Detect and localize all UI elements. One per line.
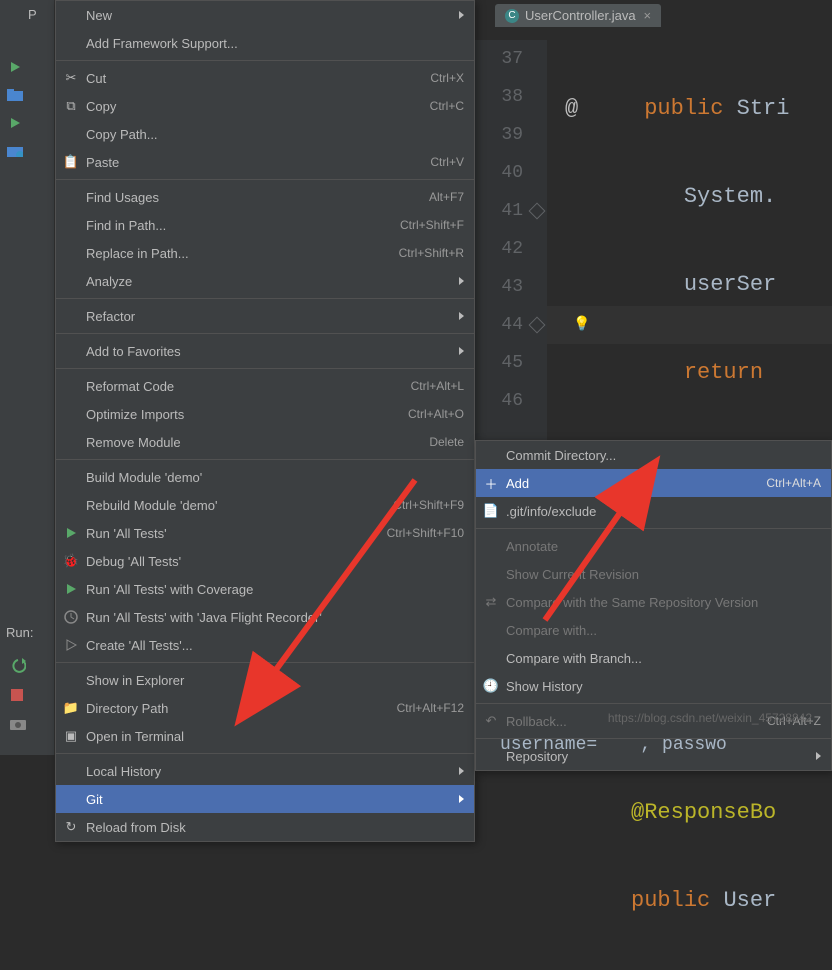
menu-add-favorites[interactable]: Add to Favorites [56, 337, 474, 365]
menu-refactor[interactable]: Refactor [56, 302, 474, 330]
menu-add-framework[interactable]: Add Framework Support... [56, 29, 474, 57]
camera-icon[interactable] [10, 718, 32, 740]
menu-show-explorer[interactable]: Show in Explorer [56, 666, 474, 694]
menu-find-in-path[interactable]: Find in Path...Ctrl+Shift+F [56, 211, 474, 239]
menu-analyze[interactable]: Analyze [56, 267, 474, 295]
run-icon [62, 524, 80, 542]
menu-reformat[interactable]: Reformat CodeCtrl+Alt+L [56, 372, 474, 400]
submenu-compare-with: Compare with... [476, 616, 831, 644]
submenu-exclude[interactable]: 📄.git/info/exclude [476, 497, 831, 525]
menu-cut[interactable]: ✂CutCtrl+X [56, 64, 474, 92]
stop-icon[interactable] [10, 688, 32, 710]
menu-dir-path[interactable]: 📁Directory PathCtrl+Alt+F12 [56, 694, 474, 722]
rerun-icon[interactable] [10, 658, 32, 680]
run-toolwindow-label[interactable]: Run: [6, 625, 33, 640]
scissors-icon: ✂ [62, 69, 80, 87]
menu-copy-path[interactable]: Copy Path... [56, 120, 474, 148]
menu-reload[interactable]: ↻Reload from Disk [56, 813, 474, 841]
submenu-compare-same: ⇄Compare with the Same Repository Versio… [476, 588, 831, 616]
close-icon[interactable]: × [644, 8, 652, 23]
submenu-commit[interactable]: Commit Directory... [476, 441, 831, 469]
submenu-add[interactable]: ＋AddCtrl+Alt+A [476, 469, 831, 497]
menu-copy[interactable]: ⧉CopyCtrl+C [56, 92, 474, 120]
editor-tab[interactable]: C UserController.java × [495, 4, 661, 27]
menu-git[interactable]: Git [56, 785, 474, 813]
jfr-icon [62, 608, 80, 626]
left-toolbar: P Run: [0, 0, 55, 755]
class-icon: C [505, 9, 519, 23]
menu-build[interactable]: Build Module 'demo' [56, 463, 474, 491]
menu-run-coverage[interactable]: Run 'All Tests' with Coverage [56, 575, 474, 603]
exclude-icon: 📄 [482, 502, 500, 520]
folder-icon[interactable] [4, 84, 26, 106]
menu-new[interactable]: New [56, 1, 474, 29]
menu-replace-in-path[interactable]: Replace in Path...Ctrl+Shift+R [56, 239, 474, 267]
play2-icon[interactable] [4, 112, 26, 134]
folder-path-icon: 📁 [62, 699, 80, 717]
menu-debug-all[interactable]: 🐞Debug 'All Tests' [56, 547, 474, 575]
watermark: https://blog.csdn.net/weixin_45728842 [608, 711, 812, 725]
create-config-icon [62, 636, 80, 654]
terminal-icon: ▣ [62, 727, 80, 745]
project-tab-label[interactable]: P [28, 7, 37, 22]
compare-icon: ⇄ [482, 593, 500, 611]
clock-icon: 🕘 [482, 677, 500, 695]
menu-open-terminal[interactable]: ▣Open in Terminal [56, 722, 474, 750]
menu-run-jfr[interactable]: Run 'All Tests' with 'Java Flight Record… [56, 603, 474, 631]
menu-run-all[interactable]: Run 'All Tests'Ctrl+Shift+F10 [56, 519, 474, 547]
submenu-compare-branch[interactable]: Compare with Branch... [476, 644, 831, 672]
menu-find-usages[interactable]: Find UsagesAlt+F7 [56, 183, 474, 211]
plus-icon: ＋ [482, 474, 500, 492]
play-icon[interactable] [4, 56, 26, 78]
copy-icon: ⧉ [62, 97, 80, 115]
reload-icon: ↻ [62, 818, 80, 836]
submenu-annotate: Annotate [476, 532, 831, 560]
menu-optimize[interactable]: Optimize ImportsCtrl+Alt+O [56, 400, 474, 428]
menu-create-all[interactable]: Create 'All Tests'... [56, 631, 474, 659]
tab-filename: UserController.java [525, 8, 636, 23]
folder2-icon[interactable] [4, 140, 26, 162]
bottom-code-fragment: username= , passwo [500, 735, 727, 755]
bug-icon: 🐞 [62, 552, 80, 570]
rollback-icon: ↶ [482, 712, 500, 730]
submenu-show-rev: Show Current Revision [476, 560, 831, 588]
menu-paste[interactable]: 📋PasteCtrl+V [56, 148, 474, 176]
gutter: 37 38 39 40 41 42 43 44💡 45 46 [475, 40, 547, 440]
menu-local-history[interactable]: Local History [56, 757, 474, 785]
submenu-show-history[interactable]: 🕘Show History [476, 672, 831, 700]
clipboard-icon: 📋 [62, 153, 80, 171]
context-menu: New Add Framework Support... ✂CutCtrl+X … [55, 0, 475, 842]
menu-rebuild[interactable]: Rebuild Module 'demo'Ctrl+Shift+F9 [56, 491, 474, 519]
coverage-icon [62, 580, 80, 598]
menu-remove-module[interactable]: Remove ModuleDelete [56, 428, 474, 456]
